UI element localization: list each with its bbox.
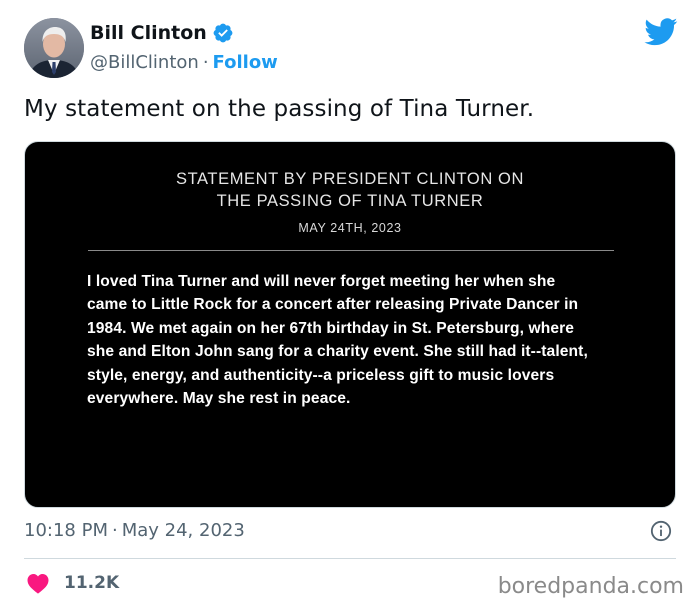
statement-line: 1984. We met again on her 67th birthday … bbox=[87, 319, 575, 337]
tweet-card: Bill Clinton @BillClinton · Follow My stat… bbox=[0, 0, 700, 611]
tweet-header: Bill Clinton @BillClinton · Follow bbox=[24, 16, 664, 80]
statement-divider bbox=[88, 250, 614, 251]
statement-image[interactable]: STATEMENT BY PRESIDENT CLINTON ON THE PA… bbox=[24, 141, 676, 508]
handle-row: @BillClinton · Follow bbox=[90, 52, 278, 73]
divider bbox=[24, 558, 676, 559]
statement-title-line2: THE PASSING OF TINA TURNER bbox=[216, 192, 484, 210]
name-row: Bill Clinton bbox=[90, 22, 234, 44]
watermark: boredpanda.com bbox=[497, 574, 684, 599]
timestamp-separator: · bbox=[111, 520, 118, 541]
verified-badge-icon bbox=[213, 23, 233, 43]
statement-line: everywhere. May she rest in peace. bbox=[87, 390, 351, 408]
statement-body: I loved Tina Turner and will never forge… bbox=[87, 270, 627, 410]
heart-icon bbox=[27, 574, 49, 594]
avatar[interactable] bbox=[24, 18, 84, 78]
info-icon[interactable] bbox=[650, 520, 672, 542]
timestamp[interactable]: 10:18 PM · May 24, 2023 bbox=[24, 520, 245, 541]
handle-separator: · bbox=[202, 52, 209, 73]
handle[interactable]: @BillClinton bbox=[90, 52, 199, 73]
like-count: 11.2K bbox=[64, 573, 120, 593]
tweet-date: May 24, 2023 bbox=[121, 520, 245, 541]
tweet-time: 10:18 PM bbox=[24, 520, 108, 541]
follow-button[interactable]: Follow bbox=[213, 52, 278, 73]
tweet-text: My statement on the passing of Tina Turn… bbox=[24, 96, 535, 122]
display-name[interactable]: Bill Clinton bbox=[90, 22, 207, 44]
statement-title-line1: STATEMENT BY PRESIDENT CLINTON ON bbox=[175, 170, 525, 188]
statement-line: she and Elton John sang for a charity ev… bbox=[87, 343, 588, 361]
statement-line: came to Little Rock for a concert after … bbox=[87, 296, 579, 314]
like-button[interactable]: 11.2K bbox=[26, 572, 119, 594]
statement-line: style, energy, and authenticity--a price… bbox=[87, 366, 555, 384]
twitter-bird-icon[interactable] bbox=[644, 18, 678, 46]
statement-date: MAY 24TH, 2023 bbox=[298, 221, 402, 235]
statement-line: I loved Tina Turner and will never forge… bbox=[87, 273, 556, 290]
